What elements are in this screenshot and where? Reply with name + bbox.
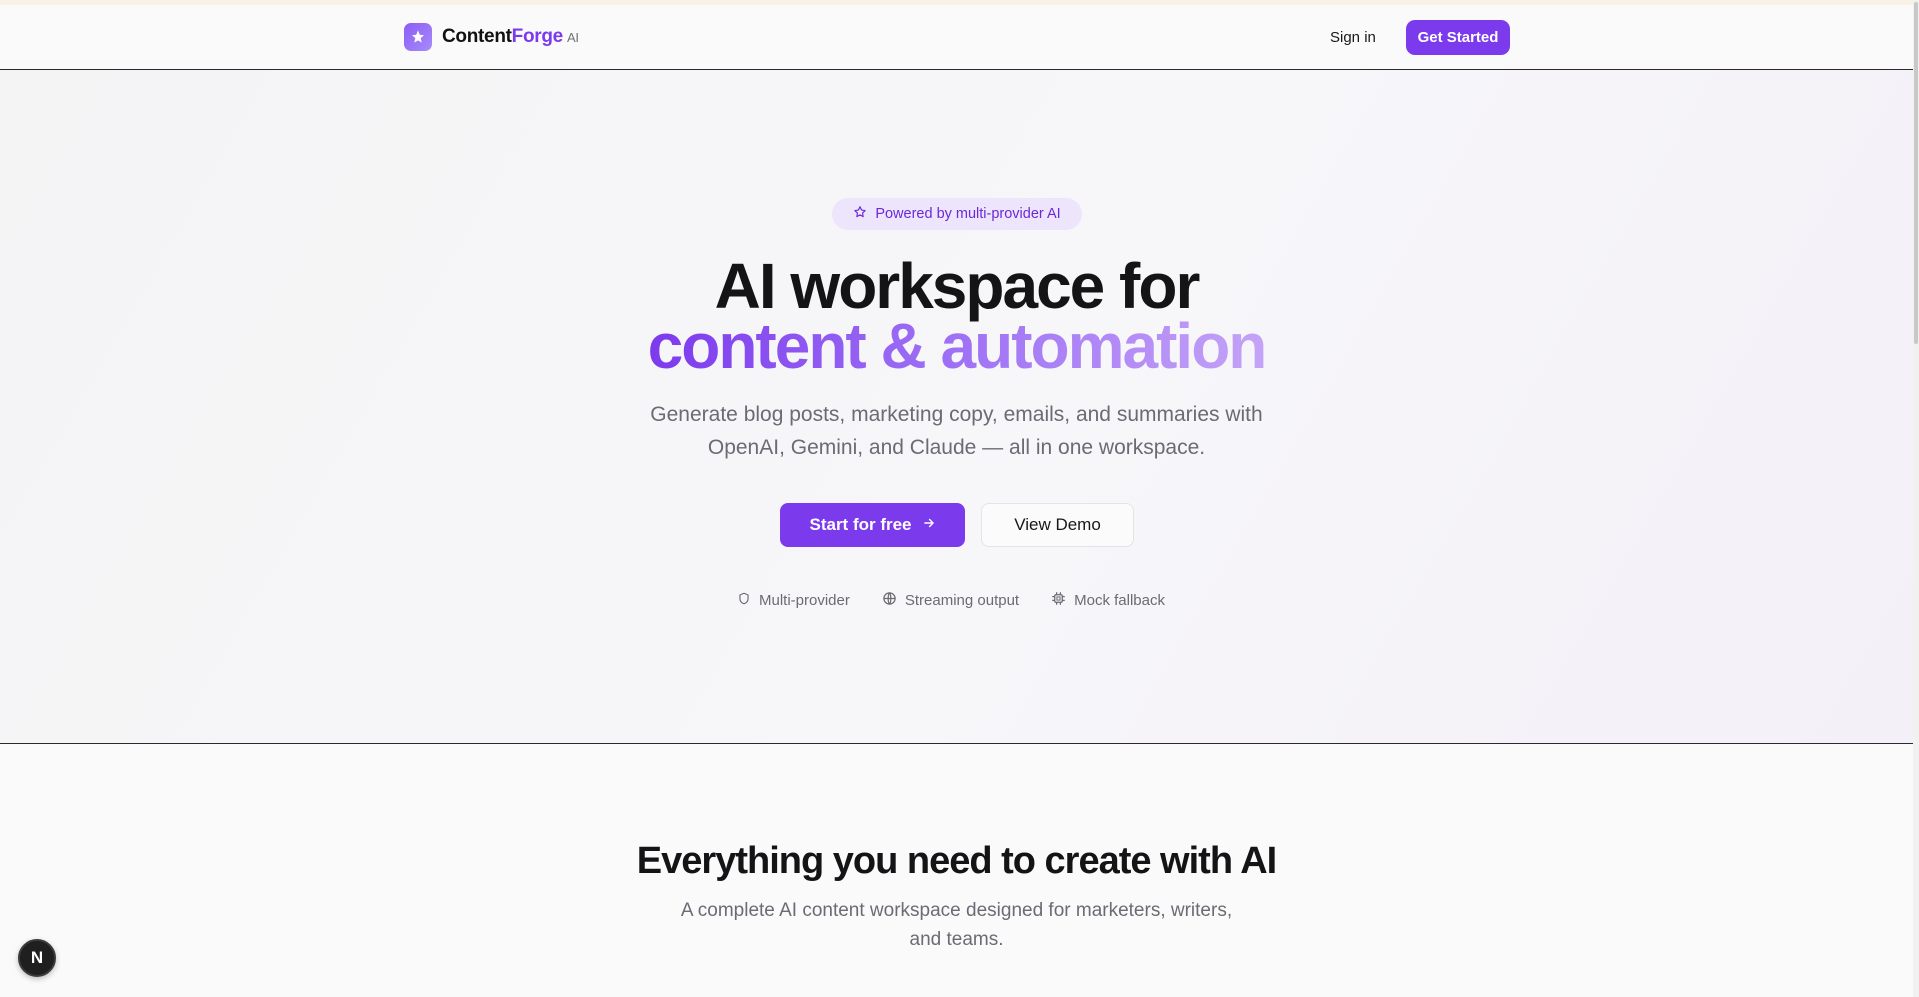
feature-label: Multi-provider (759, 592, 850, 609)
brand-logo[interactable]: ContentForge AI (404, 23, 579, 51)
features-section-subtitle: A complete AI content workspace designed… (670, 896, 1243, 954)
star-icon (853, 205, 867, 224)
feature-streaming-output: Streaming output (882, 591, 1019, 610)
brand-prefix: Content (442, 26, 512, 47)
hero-headline-line2: content & automation (0, 314, 1913, 378)
start-for-free-label: Start for free (809, 515, 912, 534)
hero-subtitle-line1: Generate blog posts, marketing copy, ema… (650, 403, 1263, 426)
brand-suffix: AI (566, 30, 579, 45)
view-demo-button[interactable]: View Demo (981, 503, 1134, 547)
powered-by-badge: Powered by multi-provider AI (832, 198, 1082, 230)
hero-headline-gradient: content & automation (647, 310, 1268, 382)
features-subtitle-line2: and teams. (909, 929, 1004, 950)
feature-mock-fallback: Mock fallback (1051, 591, 1165, 610)
feature-label: Streaming output (904, 592, 1020, 609)
brand-accent: Forge (511, 26, 564, 47)
badge-text: Powered by multi-provider AI (875, 206, 1061, 222)
feature-label: Mock fallback (1074, 592, 1165, 609)
devtools-letter: N (30, 948, 44, 967)
arrow-right-icon (922, 515, 936, 535)
page-scrollbar-thumb[interactable] (1914, 2, 1918, 344)
chip-icon (1051, 591, 1066, 610)
get-started-button[interactable]: Get Started (1406, 20, 1510, 55)
site-header: ContentForge AI Sign in Get Started (0, 5, 1913, 70)
nextjs-devtools-button[interactable]: N (18, 939, 56, 977)
globe-icon (882, 591, 897, 610)
shield-icon (737, 591, 751, 610)
start-for-free-button[interactable]: Start for free (780, 503, 965, 547)
features-subtitle-line1: A complete AI content workspace designed… (680, 900, 1233, 921)
hero-section: Powered by multi-provider AI AI workspac… (0, 70, 1913, 744)
hero-subtitle-line2: OpenAI, Gemini, and Claude — all in one … (707, 436, 1206, 459)
features-section-title: Everything you need to create with AI (636, 840, 1277, 882)
hero-subtitle: Generate blog posts, marketing copy, ema… (600, 398, 1313, 464)
brand-name: ContentForge AI (442, 26, 579, 48)
feature-multi-provider: Multi-provider (737, 591, 850, 610)
sign-in-link[interactable]: Sign in (1330, 29, 1376, 46)
sparkle-icon (404, 23, 432, 51)
hero-headline-line1: AI workspace for (714, 250, 1201, 322)
feature-highlights: Multi-provider Streaming output Mock fal… (737, 591, 1165, 610)
